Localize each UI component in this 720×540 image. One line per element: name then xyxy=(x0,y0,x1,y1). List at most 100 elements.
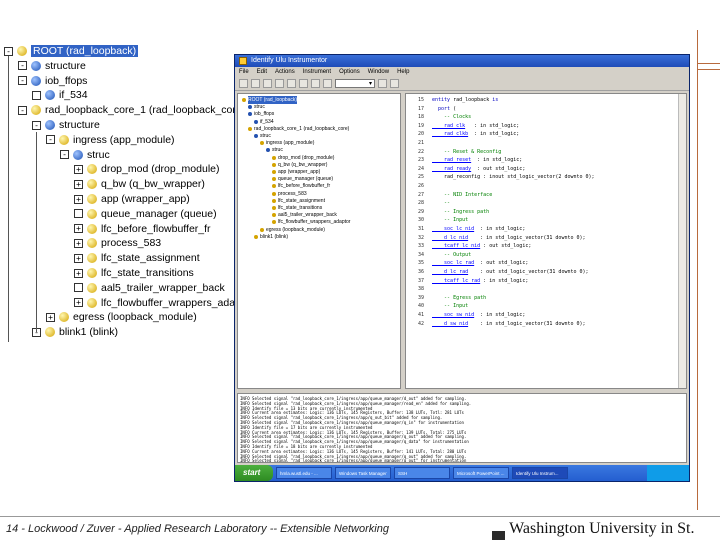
instrumentable-signal[interactable]: soc_sw_nid xyxy=(432,312,474,318)
tree-node[interactable]: + lfc_state_transitions xyxy=(74,266,194,280)
instrumentable-signal[interactable]: d_lc_nid xyxy=(432,235,468,241)
menu-item-help[interactable]: Help xyxy=(397,67,409,77)
tree-node[interactable]: + drop_mod (drop_module) xyxy=(74,162,219,176)
tree-node[interactable]: - structure xyxy=(32,118,100,132)
expand-toggle-icon[interactable]: + xyxy=(74,298,83,308)
code-line[interactable]: 29 -- Ingress path xyxy=(406,208,686,217)
taskbar-item[interactable]: Windows Task Manager xyxy=(335,467,391,479)
code-line[interactable]: 21 xyxy=(406,139,686,148)
code-line[interactable]: 24 rad_ready : out std_logic; xyxy=(406,165,686,174)
expand-toggle-icon[interactable]: + xyxy=(74,179,83,189)
code-line[interactable]: 37 tcaff_lc_rad : in std_logic; xyxy=(406,277,686,286)
expand-toggle-icon[interactable]: - xyxy=(4,46,13,56)
instrumentable-signal[interactable]: tcaff_lc_rad xyxy=(432,278,480,284)
instrumentable-signal[interactable]: rad_ready xyxy=(432,166,471,172)
code-line[interactable]: 15 entity rad_loopback is xyxy=(406,96,686,105)
instrumentable-signal[interactable]: rad_reset xyxy=(432,157,471,163)
code-line[interactable]: 38 xyxy=(406,285,686,294)
expand-toggle-icon[interactable]: - xyxy=(18,76,27,86)
menu-item-options[interactable]: Options xyxy=(339,67,360,77)
instrumentable-signal[interactable]: tcaff_lc_nid xyxy=(432,243,480,249)
run-icon[interactable] xyxy=(378,79,387,88)
expand-toggle-icon[interactable]: - xyxy=(18,105,27,115)
tree-node[interactable]: - struc xyxy=(60,148,110,162)
code-line[interactable]: 20 rad_clkb : in std_logic; xyxy=(406,130,686,139)
tree-node[interactable]: - structure xyxy=(18,59,86,73)
code-line[interactable]: 27 -- NID Interface xyxy=(406,191,686,200)
tree-node[interactable]: + egress (loopback_module) xyxy=(46,310,197,324)
start-button[interactable]: start xyxy=(235,465,273,481)
expand-toggle-icon[interactable]: - xyxy=(60,150,69,160)
taskbar-item[interactable]: hmla.wustl.edu - ... xyxy=(276,467,332,479)
code-line[interactable]: 17 port ( xyxy=(406,105,686,114)
tree-node[interactable]: + lfc_before_flowbuffer_fr xyxy=(74,222,211,236)
code-line[interactable]: 32 d_lc_nid : in std_logic_vector(31 dow… xyxy=(406,234,686,243)
code-line[interactable]: 39 -- Egress path xyxy=(406,294,686,303)
expand-toggle-icon[interactable] xyxy=(74,283,83,293)
instrumentable-signal[interactable]: soc_lc_nid xyxy=(432,226,474,232)
instrumentable-signal[interactable]: soc_lc_rad xyxy=(432,260,474,266)
instrumentable-signal[interactable]: rad_clkb xyxy=(432,131,468,137)
code-line[interactable]: 23 rad_reset : in std_logic; xyxy=(406,156,686,165)
tree-node[interactable]: aal5_trailer_wrapper_back xyxy=(74,281,225,295)
menu-item-instrument[interactable]: Instrument xyxy=(303,67,331,77)
save-icon[interactable] xyxy=(263,79,272,88)
tree-node[interactable]: - ROOT (rad_loopback) xyxy=(4,44,139,58)
toolbar-dropdown[interactable]: ▾ xyxy=(335,79,375,88)
taskbar-item[interactable]: Microsoft PowerPoint ... xyxy=(453,467,509,479)
expand-toggle-icon[interactable]: - xyxy=(18,61,27,71)
instrumentable-signal[interactable]: rad_clk xyxy=(432,123,465,129)
tree-node[interactable]: + q_bw (q_bw_wrapper) xyxy=(74,177,205,191)
tree-node[interactable]: + app (wrapper_app) xyxy=(74,192,190,206)
instrumentable-signal[interactable]: d_sw_nid xyxy=(432,321,468,327)
cut-icon[interactable] xyxy=(275,79,284,88)
design-hierarchy-pane[interactable]: ROOT (rad_loopback) struc iob_ffops if_534 r… xyxy=(237,93,401,389)
open-icon[interactable] xyxy=(251,79,260,88)
code-line[interactable]: 30 -- Input xyxy=(406,216,686,225)
taskbar-item[interactable]: Identify Ulu Instrum... xyxy=(512,467,568,479)
find-icon[interactable] xyxy=(311,79,320,88)
tree-node[interactable]: - iob_ffops xyxy=(18,74,87,88)
tree-node[interactable]: + lfc_flowbuffer_wrappers_adaptor xyxy=(74,296,253,310)
code-line[interactable]: 42 d_sw_nid : in std_logic_vector(31 dow… xyxy=(406,320,686,329)
expand-toggle-icon[interactable] xyxy=(74,209,83,219)
paste-icon[interactable] xyxy=(299,79,308,88)
expand-toggle-icon[interactable]: + xyxy=(74,164,83,174)
menu-item-file[interactable]: File xyxy=(239,67,249,77)
code-line[interactable]: 35 soc_lc_rad : out std_logic; xyxy=(406,259,686,268)
tree-node[interactable]: - blink1 (blink) xyxy=(32,325,118,339)
menu-item-window[interactable]: Window xyxy=(368,67,389,77)
code-line[interactable]: 31 soc_lc_nid : in std_logic; xyxy=(406,225,686,234)
code-line[interactable]: 33 tcaff_lc_nid : out std_logic; xyxy=(406,242,686,251)
code-line[interactable]: 36 d_lc_rad : out std_logic_vector(31 do… xyxy=(406,268,686,277)
menu-item-actions[interactable]: Actions xyxy=(275,67,295,77)
instrumentable-signal[interactable]: d_lc_rad xyxy=(432,269,468,275)
expand-toggle-icon[interactable]: + xyxy=(74,238,83,248)
expand-toggle-icon[interactable]: + xyxy=(74,224,83,234)
tree-node[interactable]: + lfc_state_assignment xyxy=(74,251,200,265)
code-line[interactable]: 22 -- Reset & Reconfig xyxy=(406,148,686,157)
expand-toggle-icon[interactable]: + xyxy=(74,268,83,278)
code-line[interactable]: 19 rad_clk : in std_logic; xyxy=(406,122,686,131)
mini-tree-node[interactable]: blink1 (blink) xyxy=(254,233,288,241)
tree-node[interactable]: if_534 xyxy=(32,88,88,102)
source-code-pane[interactable]: 15 entity rad_loopback is 17 port (18 -- C… xyxy=(405,93,687,389)
expand-toggle-icon[interactable]: - xyxy=(32,120,41,130)
stop-icon[interactable] xyxy=(390,79,399,88)
window-titlebar[interactable]: Identify Ulu Instrumentor xyxy=(235,55,689,67)
new-icon[interactable] xyxy=(239,79,248,88)
instrument-icon[interactable] xyxy=(323,79,332,88)
tree-node[interactable]: queue_manager (queue) xyxy=(74,207,217,221)
code-line[interactable]: 26 xyxy=(406,182,686,191)
expand-toggle-icon[interactable]: + xyxy=(74,253,83,263)
console-log-pane[interactable]: INFO Selected signal "rad_loopback_core_… xyxy=(237,393,687,463)
copy-icon[interactable] xyxy=(287,79,296,88)
code-line[interactable]: 25 rad_reconfig : inout std_logic_vector… xyxy=(406,173,686,182)
tree-node[interactable]: - ingress (app_module) xyxy=(46,133,175,147)
taskbar-item[interactable]: SSH xyxy=(394,467,450,479)
system-tray[interactable] xyxy=(647,465,689,481)
expand-toggle-icon[interactable]: + xyxy=(74,194,83,204)
expand-toggle-icon[interactable]: + xyxy=(46,312,55,322)
code-line[interactable]: 34 -- Output xyxy=(406,251,686,260)
tree-node[interactable]: - rad_loopback_core_1 (rad_loopback_core) xyxy=(18,103,245,117)
